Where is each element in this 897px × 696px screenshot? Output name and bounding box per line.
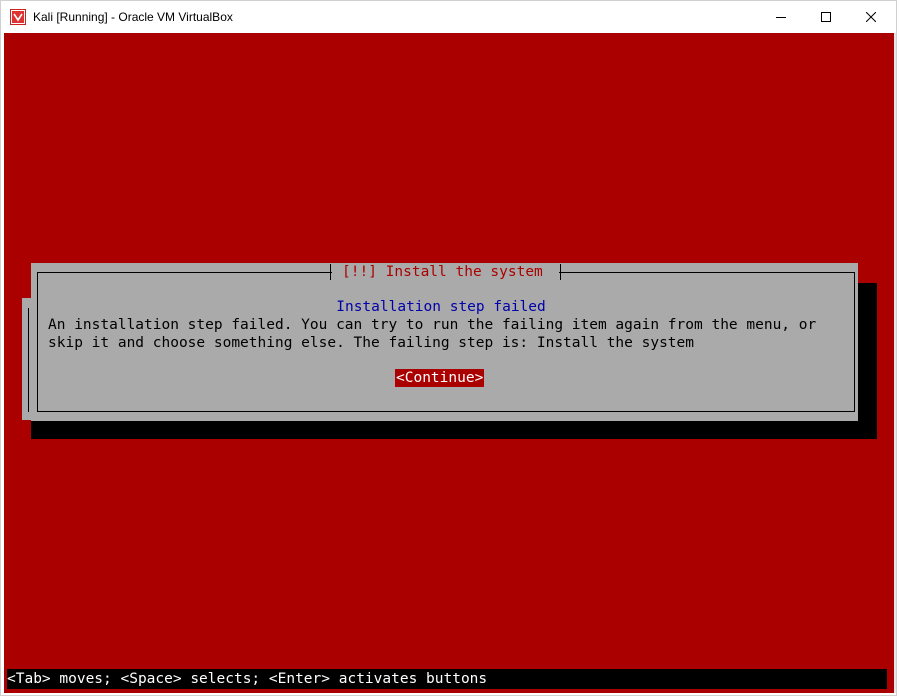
close-button[interactable]: [848, 1, 894, 33]
maximize-button[interactable]: [803, 1, 849, 33]
window-titlebar[interactable]: Kali [Running] - Oracle VM VirtualBox: [1, 1, 896, 33]
dialog-message: An installation step failed. You can try…: [48, 316, 816, 352]
virtualbox-window: Kali [Running] - Oracle VM VirtualBox [!: [0, 0, 897, 696]
maximize-icon: [821, 12, 831, 22]
keyboard-help-line: <Tab> moves; <Space> selects; <Enter> ac…: [7, 669, 887, 689]
virtualbox-icon[interactable]: [10, 9, 26, 25]
dialog-title: [!!] Install the system: [342, 264, 543, 280]
dialog-title-divider-left: [330, 264, 331, 280]
dialog-message-line-2: skip it and choose something else. The f…: [48, 335, 695, 351]
vm-console-screen[interactable]: [!!] Install the system Installation ste…: [4, 33, 894, 693]
dialog-heading: Installation step failed: [336, 299, 546, 315]
close-icon: [866, 12, 876, 22]
window-right-edge: [894, 33, 896, 693]
minimize-icon: [776, 17, 786, 18]
continue-button[interactable]: <Continue>: [395, 369, 485, 387]
window-title: Kali [Running] - Oracle VM VirtualBox: [33, 10, 233, 24]
dialog-message-line-1: An installation step failed. You can try…: [48, 317, 817, 333]
dialog-background-border: [28, 308, 29, 412]
dialog-title-divider-right: [560, 264, 561, 280]
minimize-button[interactable]: [758, 1, 804, 33]
